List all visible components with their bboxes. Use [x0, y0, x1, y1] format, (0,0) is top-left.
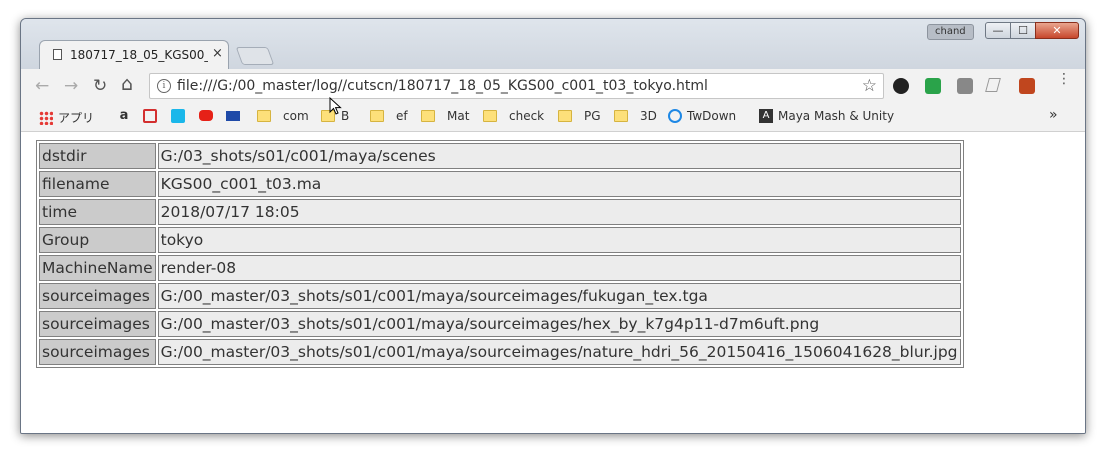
minimize-button[interactable]: —	[985, 22, 1011, 39]
info-icon[interactable]: i	[157, 79, 171, 93]
row-key-cell: filename	[39, 171, 156, 197]
bookmark-folder-mat[interactable]: Mat	[421, 109, 469, 127]
folder-icon	[614, 109, 628, 122]
vimeo-icon	[171, 108, 185, 123]
close-window-button[interactable]: ✕	[1035, 22, 1079, 39]
price-com-icon	[226, 110, 240, 121]
url-text[interactable]: file:///G:/00_master/log//cutscn/180717_…	[177, 78, 708, 94]
row-key-cell: Group	[39, 227, 156, 253]
tab-active[interactable]: 180717_18_05_KGS00_c001_t03_tokyo.html ×	[39, 40, 229, 69]
extension-cursor-icon[interactable]	[985, 78, 1001, 92]
extension-s-icon[interactable]	[957, 78, 973, 94]
table-row: sourceimages G:/00_master/03_shots/s01/c0…	[39, 339, 961, 365]
row-key-cell: MachineName	[39, 255, 156, 281]
tab-title: 180717_18_05_KGS00_c001_t03_tokyo.html	[70, 48, 208, 62]
table-row: MachineName render-08	[39, 255, 961, 281]
table-row: filename KGS00_c001_t03.ma	[39, 171, 961, 197]
back-button[interactable]: ←	[35, 77, 49, 95]
table-row: sourceimages G:/00_master/03_shots/s01/c0…	[39, 283, 961, 309]
bookmark-folder-mat-label: Mat	[447, 109, 470, 123]
forward-button[interactable]: →	[64, 77, 78, 95]
bookmark-folder-com[interactable]: com	[257, 109, 309, 127]
bookmark-folder-ef[interactable]: ef	[370, 109, 408, 127]
new-tab-button[interactable]	[235, 47, 275, 65]
table-row: Group tokyo	[39, 227, 961, 253]
maya-icon: A	[759, 109, 773, 123]
bookmark-maya-mash-label: Maya Mash & Unity	[778, 109, 894, 123]
chrome-menu-button[interactable]: ⋮	[1057, 72, 1071, 86]
row-key-cell: sourceimages	[39, 339, 156, 365]
home-button[interactable]: ⌂	[121, 75, 133, 94]
row-value-cell: render-08	[157, 255, 961, 281]
table-row: sourceimages G:/00_master/03_shots/s01/c0…	[39, 311, 961, 337]
extension-r-icon[interactable]	[893, 78, 909, 94]
bookmark-maya-mash[interactable]: A Maya Mash & Unity	[759, 109, 894, 127]
bookmark-price-com[interactable]	[226, 109, 245, 127]
row-value-cell: 2018/07/17 18:05	[157, 199, 961, 225]
row-key-cell: time	[39, 199, 156, 225]
row-key-cell: sourceimages	[39, 311, 156, 337]
folder-icon	[558, 109, 572, 122]
extension-orange-icon[interactable]	[1019, 78, 1035, 94]
red-logo-icon	[143, 108, 157, 123]
table-row: dstdir G:/03_shots/s01/c001/maya/scenes	[39, 143, 961, 169]
bookmark-twdown[interactable]: TwDown	[668, 108, 737, 127]
reload-button[interactable]: ↻	[93, 77, 107, 95]
twdown-icon	[668, 108, 682, 123]
bookmarks-bar: アプリ a com B ef Mat check PG 3D TwDown AM…	[21, 105, 1085, 132]
extension-green-icon[interactable]	[925, 78, 941, 94]
youtube-icon	[199, 110, 213, 121]
bookmark-youtube[interactable]	[199, 109, 218, 127]
bookmark-folder-check[interactable]: check	[483, 109, 544, 127]
bookmark-vimeo[interactable]	[171, 108, 190, 127]
bookmark-folder-check-label: check	[509, 109, 545, 123]
bookmark-folder-ef-label: ef	[396, 109, 408, 123]
address-bar[interactable]: i file:///G:/00_master/log//cutscn/18071…	[149, 73, 884, 99]
log-table-body: dstdir G:/03_shots/s01/c001/maya/scenes fi…	[39, 143, 961, 365]
bookmark-apps[interactable]: アプリ	[39, 109, 94, 127]
browser-window: chand — ☐ ✕ 180717_18_05_KGS00_c001_t03_…	[20, 18, 1086, 434]
title-bar: chand — ☐ ✕ 180717_18_05_KGS00_c001_t03_…	[21, 19, 1085, 69]
log-table: dstdir G:/03_shots/s01/c001/maya/scenes fi…	[36, 140, 964, 368]
tab-close-icon[interactable]: ×	[212, 46, 223, 61]
row-value-cell: tokyo	[157, 227, 961, 253]
row-value-cell: G:/00_master/03_shots/s01/c001/maya/sour…	[157, 283, 961, 309]
document-icon	[53, 49, 62, 60]
bookmark-twdown-label: TwDown	[687, 109, 737, 123]
row-value-cell: G:/00_master/03_shots/s01/c001/maya/sour…	[157, 311, 961, 337]
row-value-cell: G:/00_master/03_shots/s01/c001/maya/sour…	[157, 339, 961, 365]
row-key-cell: sourceimages	[39, 283, 156, 309]
bookmark-folder-3d[interactable]: 3D	[614, 109, 657, 127]
page-content: dstdir G:/03_shots/s01/c001/maya/scenes fi…	[21, 132, 1085, 433]
mouse-cursor-icon	[329, 96, 342, 115]
bookmark-folder-com-label: com	[283, 109, 309, 123]
row-value-cell: G:/03_shots/s01/c001/maya/scenes	[157, 143, 961, 169]
bookmarks-overflow-button[interactable]: »	[1049, 107, 1058, 125]
bookmark-amazon[interactable]: a	[117, 107, 136, 127]
profile-badge[interactable]: chand	[927, 24, 974, 40]
amazon-icon: a	[119, 107, 129, 123]
apps-grid-icon	[39, 110, 53, 125]
row-value-cell: KGS00_c001_t03.ma	[157, 171, 961, 197]
bookmark-folder-3d-label: 3D	[640, 109, 657, 123]
folder-icon	[483, 109, 497, 122]
folder-icon	[370, 109, 384, 122]
window-controls: — ☐ ✕	[985, 22, 1079, 39]
maximize-button[interactable]: ☐	[1010, 22, 1036, 39]
table-row: time 2018/07/17 18:05	[39, 199, 961, 225]
bookmark-folder-pg-label: PG	[584, 109, 601, 123]
folder-icon	[421, 109, 435, 122]
bookmark-apps-label: アプリ	[58, 111, 95, 125]
browser-toolbar: ← → ↻ ⌂ i file:///G:/00_master/log//cuts…	[21, 69, 1085, 105]
folder-icon	[257, 109, 271, 122]
bookmark-red-logo[interactable]	[143, 108, 162, 127]
bookmark-star-icon[interactable]: ☆	[862, 76, 877, 96]
row-key-cell: dstdir	[39, 143, 156, 169]
bookmark-folder-pg[interactable]: PG	[558, 109, 601, 127]
